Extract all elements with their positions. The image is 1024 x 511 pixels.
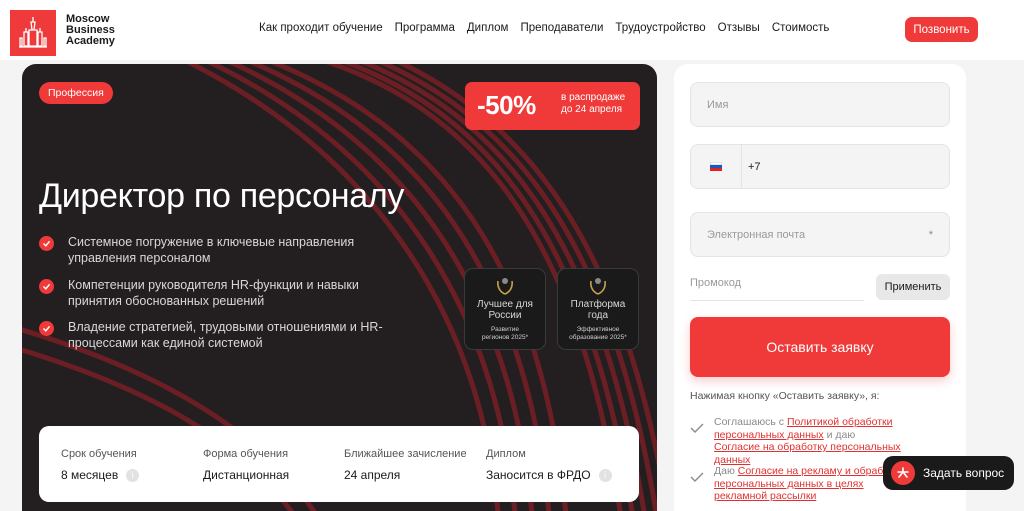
award-badge: Платформа года Эффективное образование 2… (558, 269, 638, 349)
site-header: Moscow Business Academy Как проходит обу… (0, 0, 1024, 60)
consent-text: Даю Согласие на рекламу и обработ персон… (714, 465, 904, 503)
check-icon (39, 236, 54, 251)
ad-consent-link[interactable]: персональных данных в целях рекламной ра… (714, 478, 864, 503)
name-placeholder: Имя (707, 98, 729, 111)
award-title-line: года (587, 310, 609, 321)
laurel-icon (497, 278, 513, 295)
benefit-line: управления персоналом (68, 251, 211, 265)
consent-text-part: Даю (714, 465, 738, 477)
benefit-item: Компетенции руководителя HR-функции и на… (39, 277, 398, 309)
main-nav: Как проходит обучение Программа Диплом П… (259, 22, 829, 34)
ad-consent-link[interactable]: Согласие на рекламу и обработ (738, 465, 894, 477)
info-label: Срок обучения (61, 448, 137, 460)
discount-line: в распродаже (561, 92, 626, 103)
ask-question-button[interactable]: Задать вопрос (883, 456, 1014, 490)
nav-item-diploma[interactable]: Диплом (467, 22, 509, 34)
info-value: 24 апреля (344, 468, 401, 482)
data-consent-link[interactable]: Согласие на обработку персональных данны… (714, 441, 901, 466)
promo-placeholder: Промокод (690, 277, 742, 289)
nav-item-teachers[interactable]: Преподаватели (520, 22, 603, 34)
benefit-line: Владение стратегией, трудовыми отношения… (68, 320, 383, 334)
award-badge: Лучшее для России Развитие регионов 2025… (465, 269, 545, 349)
consent-hint: Нажимая кнопку «Оставить заявку», я: (690, 390, 880, 402)
consent-item[interactable]: Соглашаюсь с Политикой обработки персона… (690, 416, 904, 466)
award-sub-line: образование 2025* (569, 333, 627, 341)
course-info-card: Срок обучения 8 месяцев i Форма обучения… (39, 426, 639, 502)
award-sub-line: Развитие (491, 326, 519, 333)
info-label: Форма обучения (203, 448, 289, 460)
info-icon[interactable]: i (126, 468, 140, 482)
apply-promo-button[interactable]: Применить (876, 274, 950, 300)
info-label: Ближайшее зачисление (344, 448, 467, 460)
benefit-line: Компетенции руководителя HR-функции и на… (68, 278, 359, 292)
info-value: 8 месяцев (61, 468, 119, 482)
ask-question-label: Задать вопрос (923, 466, 1005, 480)
kremlin-logo-icon (19, 17, 47, 48)
course-title: Директор по персоналу (39, 177, 405, 215)
phone-field[interactable]: +7 (690, 144, 950, 189)
info-enrollment: Ближайшее зачисление 24 апреля (344, 448, 467, 482)
info-label: Диплом (486, 448, 526, 460)
award-title-line: Платформа (570, 299, 626, 310)
nav-item-program[interactable]: Программа (395, 22, 455, 34)
discount-text: в распродаже до 24 апреля (561, 92, 625, 116)
award-title-line: России (488, 310, 522, 321)
info-value: Заносится в ФРДО (486, 468, 591, 482)
checkmark-icon[interactable] (690, 470, 708, 485)
email-field[interactable]: Электронная почта * (690, 212, 950, 257)
info-icon[interactable]: i (598, 468, 612, 482)
benefit-line: процессами как единой системой (68, 336, 263, 350)
call-button[interactable]: Позвонить (905, 17, 978, 42)
country-selector[interactable] (691, 145, 742, 188)
nav-item-reviews[interactable]: Отзывы (718, 22, 760, 34)
application-form: Имя +7 Электронная почта * Промокод Прим… (674, 64, 966, 511)
required-mark: * (928, 228, 933, 241)
consent-text-part: и даю (823, 428, 856, 441)
consent-item[interactable]: Даю Согласие на рекламу и обработ персон… (690, 465, 904, 503)
phone-code: +7 (748, 160, 761, 173)
benefit-item: Владение стратегией, трудовыми отношения… (39, 319, 398, 351)
discount-percent: -50% (477, 90, 536, 120)
consent-text-part: Соглашаюсь с (714, 416, 787, 428)
consent-text: Соглашаюсь с Политикой обработки персона… (714, 416, 904, 466)
nav-item-how-it-works[interactable]: Как проходит обучение (259, 22, 383, 34)
award-sub-line: Эффективное (576, 326, 620, 333)
info-diploma: Диплом Заносится в ФРДО i (486, 448, 612, 482)
discount-badge: -50% в распродаже до 24 апреля (465, 82, 640, 130)
promo-code-input[interactable]: Промокод (690, 277, 864, 301)
discount-line: до 24 апреля (561, 104, 623, 115)
profession-tag: Профессия (39, 82, 113, 104)
logo-text[interactable]: Moscow Business Academy (66, 14, 115, 47)
info-format: Форма обучения Дистанционная (203, 448, 289, 482)
logo-line: Academy (66, 35, 115, 47)
check-icon (39, 279, 54, 294)
award-sub-line: регионов 2025* (481, 333, 529, 341)
submit-application-button[interactable]: Оставить заявку (690, 317, 950, 377)
name-field[interactable]: Имя (690, 82, 950, 127)
laurel-icon (590, 278, 606, 295)
info-value: Дистанционная (203, 468, 290, 482)
email-placeholder: Электронная почта (707, 228, 806, 241)
nav-item-employment[interactable]: Трудоустройство (615, 22, 705, 34)
chat-icon (891, 461, 915, 485)
hero-banner: Профессия -50% в распродаже до 24 апреля… (22, 64, 657, 511)
info-duration: Срок обучения 8 месяцев i (61, 448, 140, 482)
benefit-line: Системное погружение в ключевые направле… (68, 235, 355, 249)
benefit-item: Системное погружение в ключевые направле… (39, 234, 398, 266)
award-title-line: Лучшее для (477, 299, 533, 310)
russia-flag-icon (710, 162, 722, 171)
check-icon (39, 321, 54, 336)
checkmark-icon[interactable] (690, 421, 708, 436)
benefit-line: принятия обоснованных решений (68, 294, 265, 308)
nav-item-price[interactable]: Стоимость (772, 22, 830, 34)
logo[interactable] (10, 10, 56, 56)
